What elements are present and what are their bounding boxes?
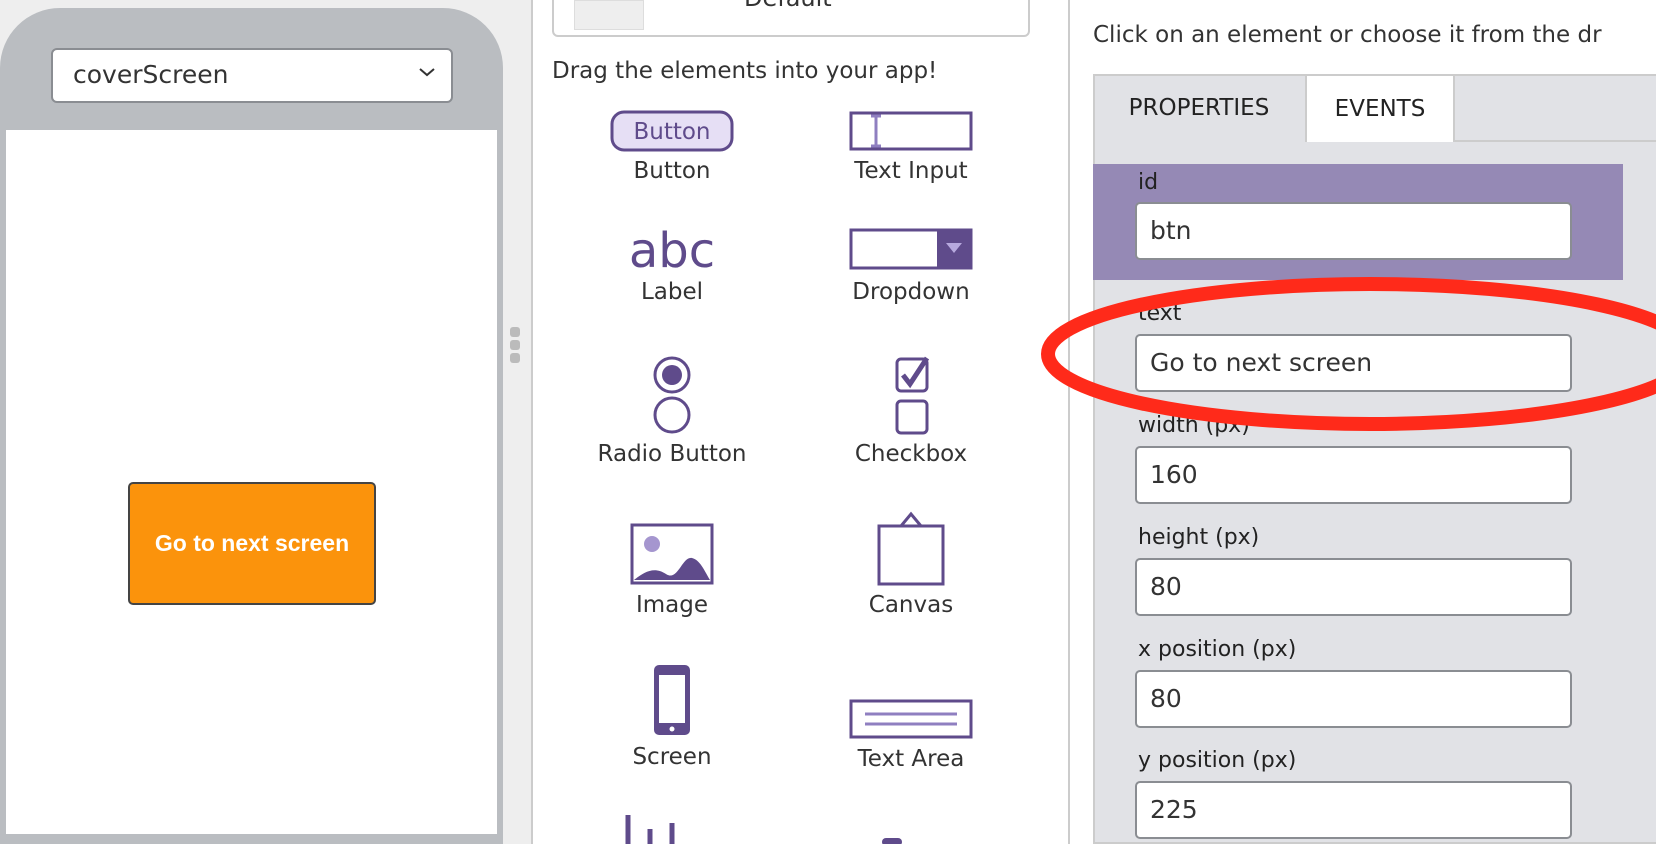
screen-select-value: coverScreen: [73, 60, 229, 89]
properties-instruction: Click on an element or choose it from th…: [1093, 22, 1602, 48]
radio-button-icon: [653, 356, 691, 434]
image-icon: [630, 523, 714, 585]
text-label: text: [1138, 301, 1182, 326]
id-label: id: [1138, 170, 1159, 195]
tool-label: Screen: [632, 744, 712, 770]
checkbox-icon: [895, 356, 930, 435]
x-position-input[interactable]: 80: [1135, 670, 1572, 728]
x-position-label: x position (px): [1138, 637, 1297, 662]
y-position-label: y position (px): [1138, 748, 1297, 773]
text-input[interactable]: Go to next screen: [1135, 334, 1572, 392]
svg-text:abc: abc: [629, 225, 715, 273]
theme-default-option[interactable]: Default: [552, 0, 1030, 37]
label-icon: abc: [629, 225, 715, 273]
app-button-text: Go to next screen: [154, 530, 350, 556]
tool-label: Button: [633, 158, 711, 184]
tool-text-area[interactable]: Text Area: [791, 698, 1031, 772]
tool-label: Checkbox: [854, 441, 968, 467]
tool-checkbox[interactable]: Checkbox: [791, 355, 1031, 467]
chevron-down-icon: [419, 68, 435, 77]
svg-text:Button: Button: [633, 119, 710, 145]
canvas-icon: [877, 511, 945, 586]
tab-properties[interactable]: PROPERTIES: [1093, 74, 1305, 142]
tool-label: Dropdown: [852, 279, 970, 305]
tool-radio-button[interactable]: Radio Button: [552, 355, 792, 467]
tab-events[interactable]: EVENTS: [1305, 74, 1455, 142]
tool-dropdown[interactable]: Dropdown: [791, 225, 1031, 305]
resize-handle[interactable]: [510, 327, 520, 365]
tool-label: Text Area: [857, 746, 965, 772]
tool-canvas[interactable]: Canvas: [791, 510, 1031, 618]
height-input[interactable]: 80: [1135, 558, 1572, 616]
tool-text-input[interactable]: Text Input: [791, 110, 1031, 184]
toolbox-hint: Drag the elements into your app!: [552, 58, 938, 84]
tool-label: Radio Button: [597, 441, 747, 467]
tool-button[interactable]: Button Button: [552, 110, 792, 184]
tool-label: Label: [640, 279, 704, 305]
screen-icon: [654, 665, 690, 735]
tool-image[interactable]: Image: [552, 522, 792, 618]
theme-default-label: Default: [744, 0, 832, 12]
dropdown-icon: [849, 228, 973, 270]
y-position-input[interactable]: 225: [1135, 781, 1572, 839]
height-label: height (px): [1138, 525, 1260, 550]
tool-label: Text Input: [854, 158, 968, 184]
partial-icon: [882, 838, 902, 844]
screen-select[interactable]: coverScreen: [51, 48, 453, 103]
text-area-icon: [849, 699, 973, 739]
text-input-icon: [849, 111, 973, 151]
button-icon: Button: [610, 110, 734, 152]
chart-icon: [625, 815, 675, 844]
width-input[interactable]: 160: [1135, 446, 1572, 504]
tool-label: Canvas: [868, 592, 954, 618]
id-input[interactable]: btn: [1135, 202, 1572, 260]
app-button[interactable]: Go to next screen: [128, 482, 376, 605]
width-label: width (px): [1138, 413, 1250, 438]
divider: [1455, 140, 1656, 142]
tool-screen[interactable]: Screen: [552, 662, 792, 770]
tool-label: Image: [635, 592, 709, 618]
tool-label[interactable]: abc Label: [552, 225, 792, 305]
